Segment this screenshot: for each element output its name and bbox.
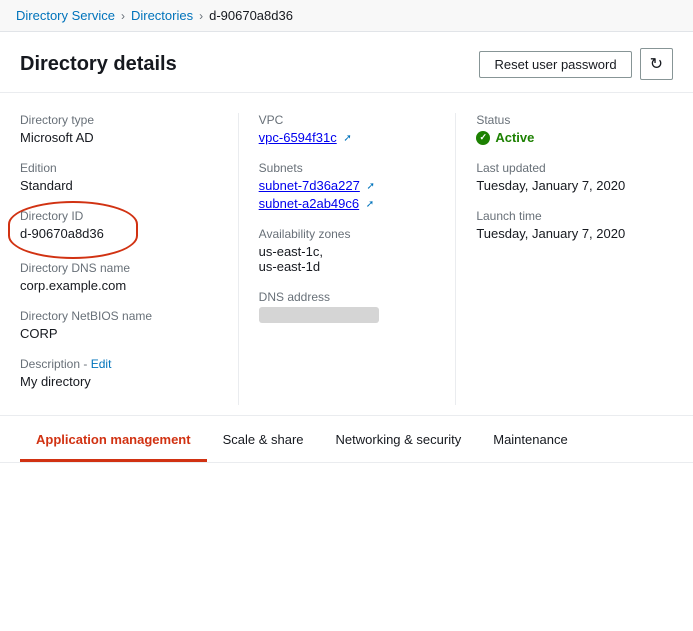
tab-networking-and-security[interactable]: Networking & security [320,420,478,462]
vpc-link[interactable]: vpc-6594f31c [259,130,337,145]
vpc-external-link-icon: ➚ [343,133,351,144]
subnet2-link[interactable]: subnet-a2ab49c6 [259,196,359,211]
directory-type-value: Microsoft AD [20,130,228,145]
breadcrumb-link-directory-service[interactable]: Directory Service [16,8,115,23]
edition-label: Edition [20,161,228,175]
breadcrumb: Directory Service › Directories › d-9067… [0,0,693,32]
dns-name-value: corp.example.com [20,278,228,293]
az-group: Availability zones us-east-1c,us-east-1d [259,227,446,274]
tab-scale-and-share[interactable]: Scale & share [207,420,320,462]
edition-group: Edition Standard [20,161,228,193]
breadcrumb-link-directories[interactable]: Directories [131,8,193,23]
breadcrumb-sep-1: › [121,9,125,23]
dns-name-label: Directory DNS name [20,261,228,275]
az-label: Availability zones [259,227,446,241]
edition-value: Standard [20,178,228,193]
tab-maintenance[interactable]: Maintenance [477,420,583,462]
details-col-3: Status Active Last updated Tuesday, Janu… [455,113,673,405]
refresh-icon: ↻ [650,54,663,74]
launch-time-label: Launch time [476,209,663,223]
details-area: Directory type Microsoft AD Edition Stan… [0,93,693,416]
az-value: us-east-1c,us-east-1d [259,244,446,274]
refresh-button[interactable]: ↻ [640,48,673,80]
subnet2-external-link-icon: ➚ [366,199,374,210]
dns-name-group: Directory DNS name corp.example.com [20,261,228,293]
status-group: Status Active [476,113,663,145]
dns-address-label: DNS address [259,290,446,304]
reset-user-password-button[interactable]: Reset user password [479,51,631,78]
page-title: Directory details [20,53,177,76]
status-label: Status [476,113,663,127]
directory-id-group: Directory ID d-90670a8d36 [20,209,104,241]
directory-id-value: d-90670a8d36 [20,226,104,241]
tab-application-management[interactable]: Application management [20,420,207,462]
breadcrumb-sep-2: › [199,9,203,23]
subnet2-value: subnet-a2ab49c6 ➚ [259,196,446,211]
status-active-icon [476,131,490,145]
header-actions: Reset user password ↻ [479,48,673,80]
description-value: My directory [20,374,228,389]
launch-time-group: Launch time Tuesday, January 7, 2020 [476,209,663,241]
page-header: Directory details Reset user password ↻ [0,32,693,93]
details-col-1: Directory type Microsoft AD Edition Stan… [20,113,238,405]
description-label: Description - Edit [20,357,228,371]
directory-id-label: Directory ID [20,209,104,223]
tabs-bar: Application managementScale & shareNetwo… [0,420,693,463]
vpc-group: VPC vpc-6594f31c ➚ [259,113,446,145]
breadcrumb-current: d-90670a8d36 [209,8,293,23]
subnets-label: Subnets [259,161,446,175]
subnet1-value: subnet-7d36a227 ➚ [259,178,446,193]
description-group: Description - Edit My directory [20,357,228,389]
subnet1-external-link-icon: ➚ [366,181,374,192]
status-value: Active [476,130,663,145]
dns-address-value [259,307,379,323]
description-edit-link[interactable]: Edit [91,357,112,371]
subnets-group: Subnets subnet-7d36a227 ➚ subnet-a2ab49c… [259,161,446,211]
netbios-group: Directory NetBIOS name CORP [20,309,228,341]
subnet1-link[interactable]: subnet-7d36a227 [259,178,360,193]
netbios-value: CORP [20,326,228,341]
netbios-label: Directory NetBIOS name [20,309,228,323]
vpc-label: VPC [259,113,446,127]
directory-type-group: Directory type Microsoft AD [20,113,228,145]
last-updated-value: Tuesday, January 7, 2020 [476,178,663,193]
last-updated-label: Last updated [476,161,663,175]
dns-address-group: DNS address [259,290,446,324]
directory-type-label: Directory type [20,113,228,127]
launch-time-value: Tuesday, January 7, 2020 [476,226,663,241]
last-updated-group: Last updated Tuesday, January 7, 2020 [476,161,663,193]
details-col-2: VPC vpc-6594f31c ➚ Subnets subnet-7d36a2… [238,113,456,405]
vpc-value: vpc-6594f31c ➚ [259,130,446,145]
